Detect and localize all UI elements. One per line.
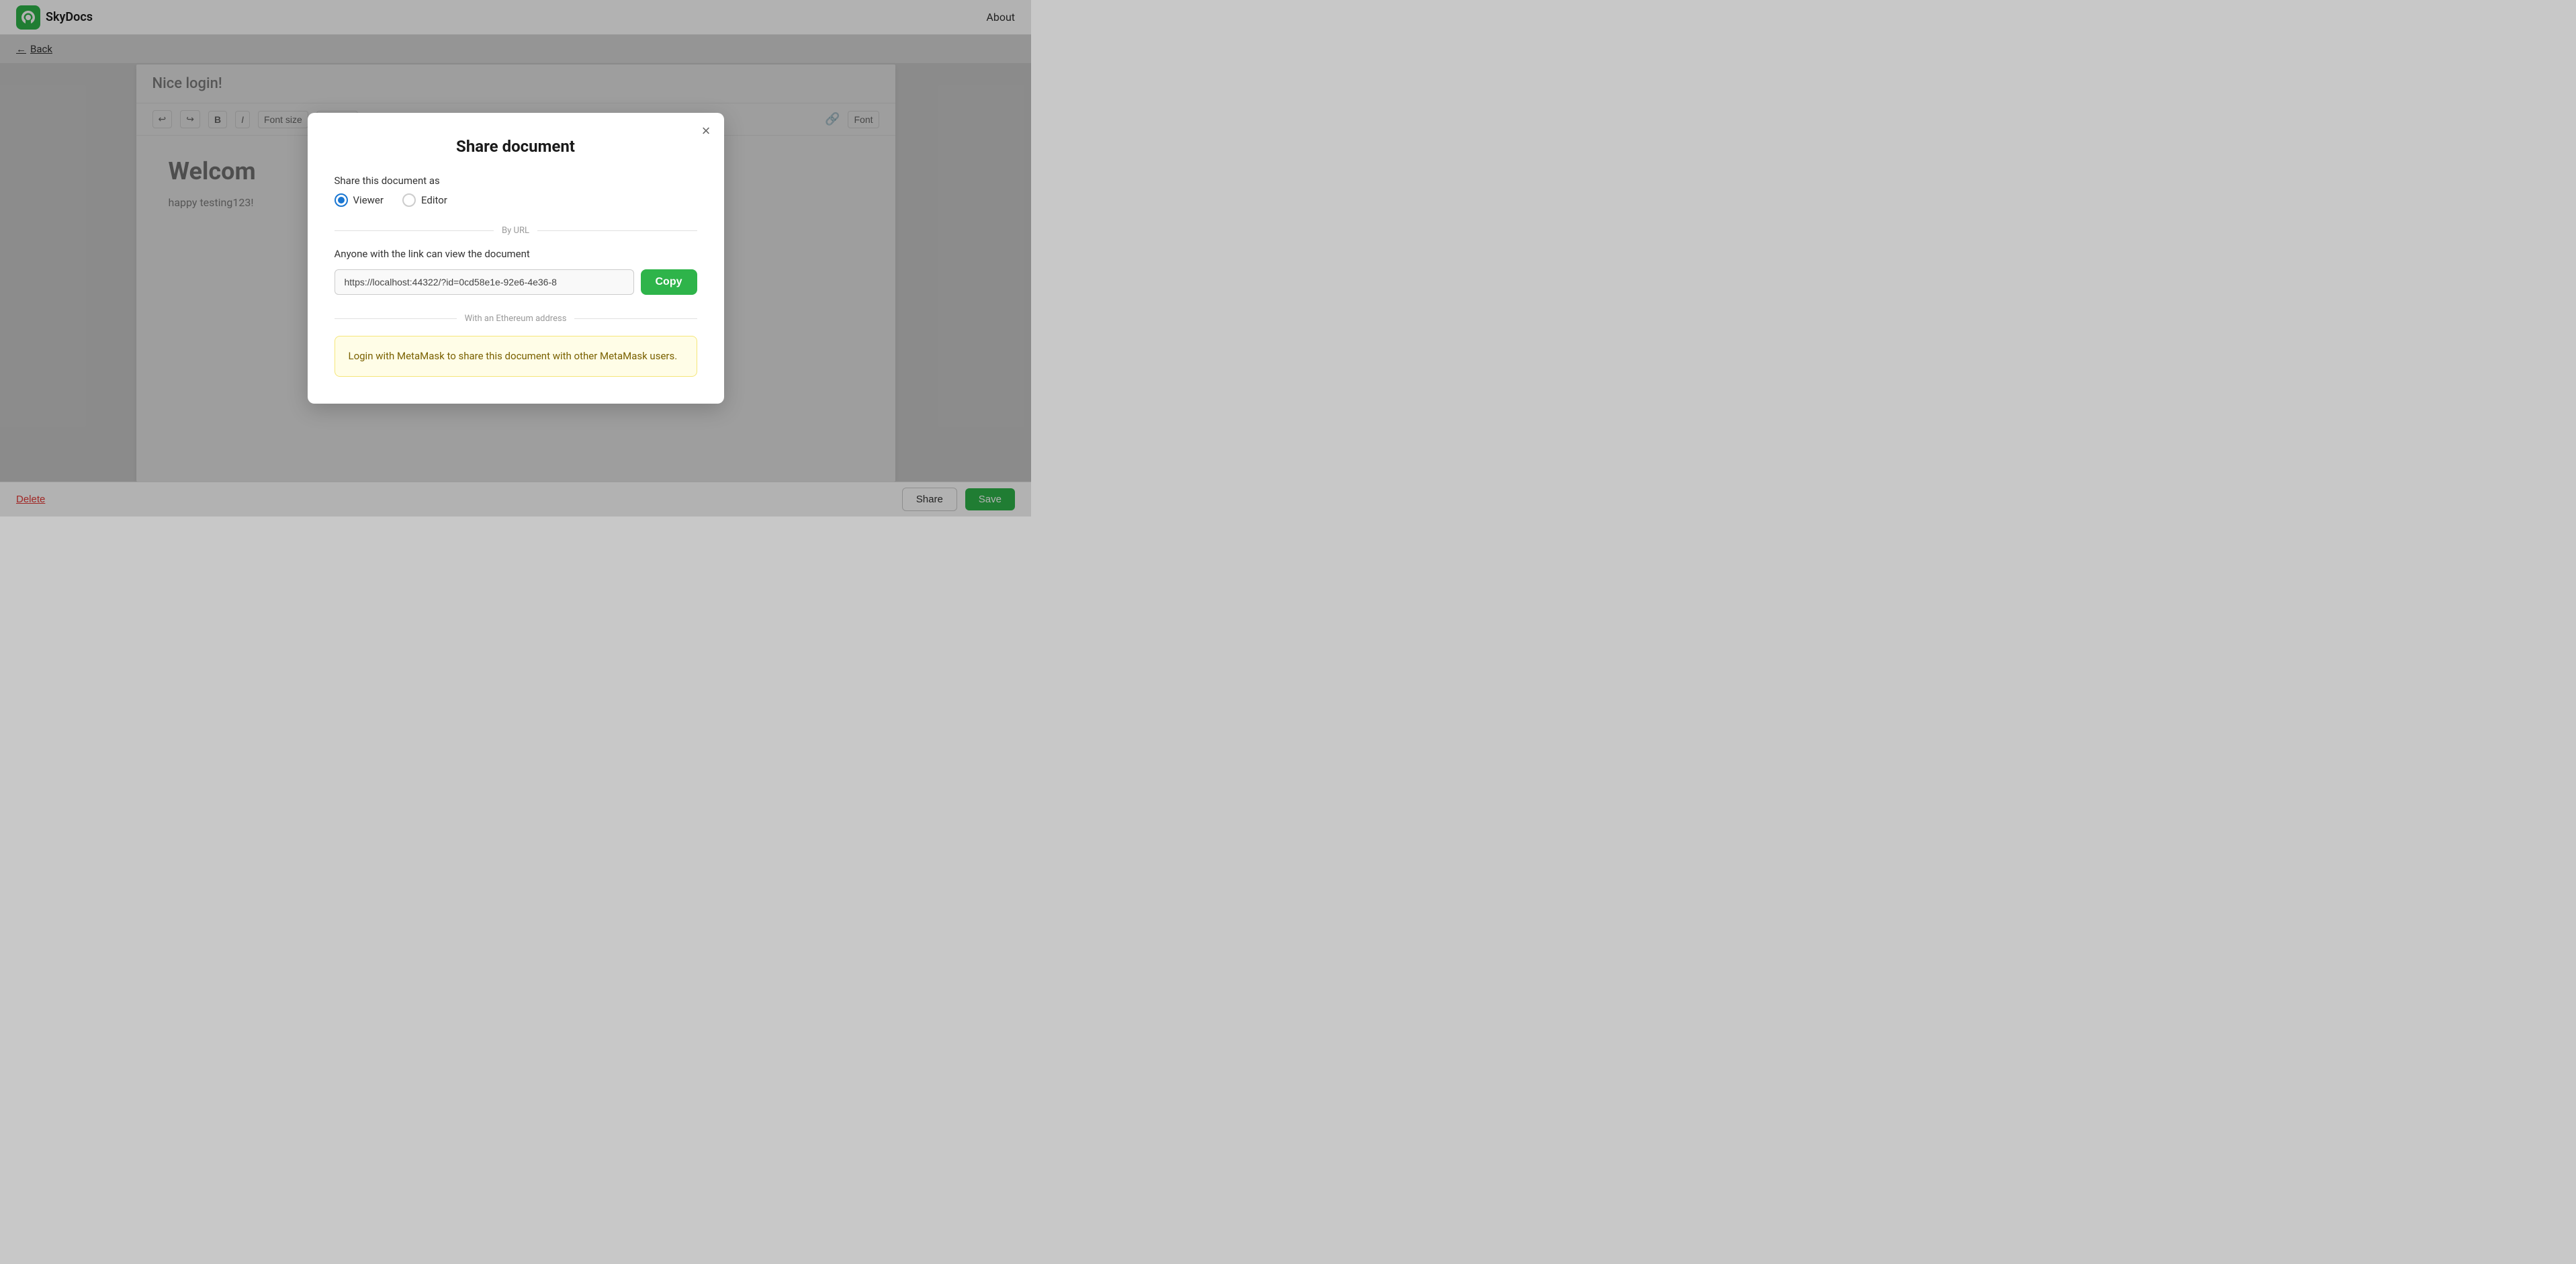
url-copy-row: Copy: [335, 269, 697, 295]
viewer-radio-option[interactable]: Viewer: [335, 193, 384, 207]
divider-left: [335, 230, 494, 231]
url-input[interactable]: [335, 269, 634, 295]
share-role-options: Viewer Editor: [335, 193, 697, 207]
by-url-label: By URL: [502, 226, 529, 236]
ethereum-label: With an Ethereum address: [465, 314, 567, 324]
metamask-notice: Login with MetaMask to share this docume…: [335, 336, 697, 377]
editor-radio-option[interactable]: Editor: [402, 193, 447, 207]
modal-close-button[interactable]: ×: [702, 124, 711, 138]
viewer-radio-circle: [335, 193, 348, 207]
viewer-label: Viewer: [353, 194, 384, 206]
divider-right: [537, 230, 697, 231]
eth-divider-left: [335, 318, 457, 319]
url-description: Anyone with the link can view the docume…: [335, 248, 697, 260]
modal-overlay[interactable]: Share document × Share this document as …: [0, 0, 1031, 516]
editor-radio-circle: [402, 193, 416, 207]
editor-label: Editor: [421, 194, 447, 206]
modal-title: Share document: [335, 137, 697, 156]
share-as-label: Share this document as: [335, 175, 697, 187]
eth-divider-right: [574, 318, 697, 319]
copy-button[interactable]: Copy: [641, 269, 697, 295]
ethereum-divider-section: With an Ethereum address: [335, 314, 697, 324]
share-document-modal: Share document × Share this document as …: [308, 113, 724, 404]
by-url-divider-section: By URL: [335, 226, 697, 236]
